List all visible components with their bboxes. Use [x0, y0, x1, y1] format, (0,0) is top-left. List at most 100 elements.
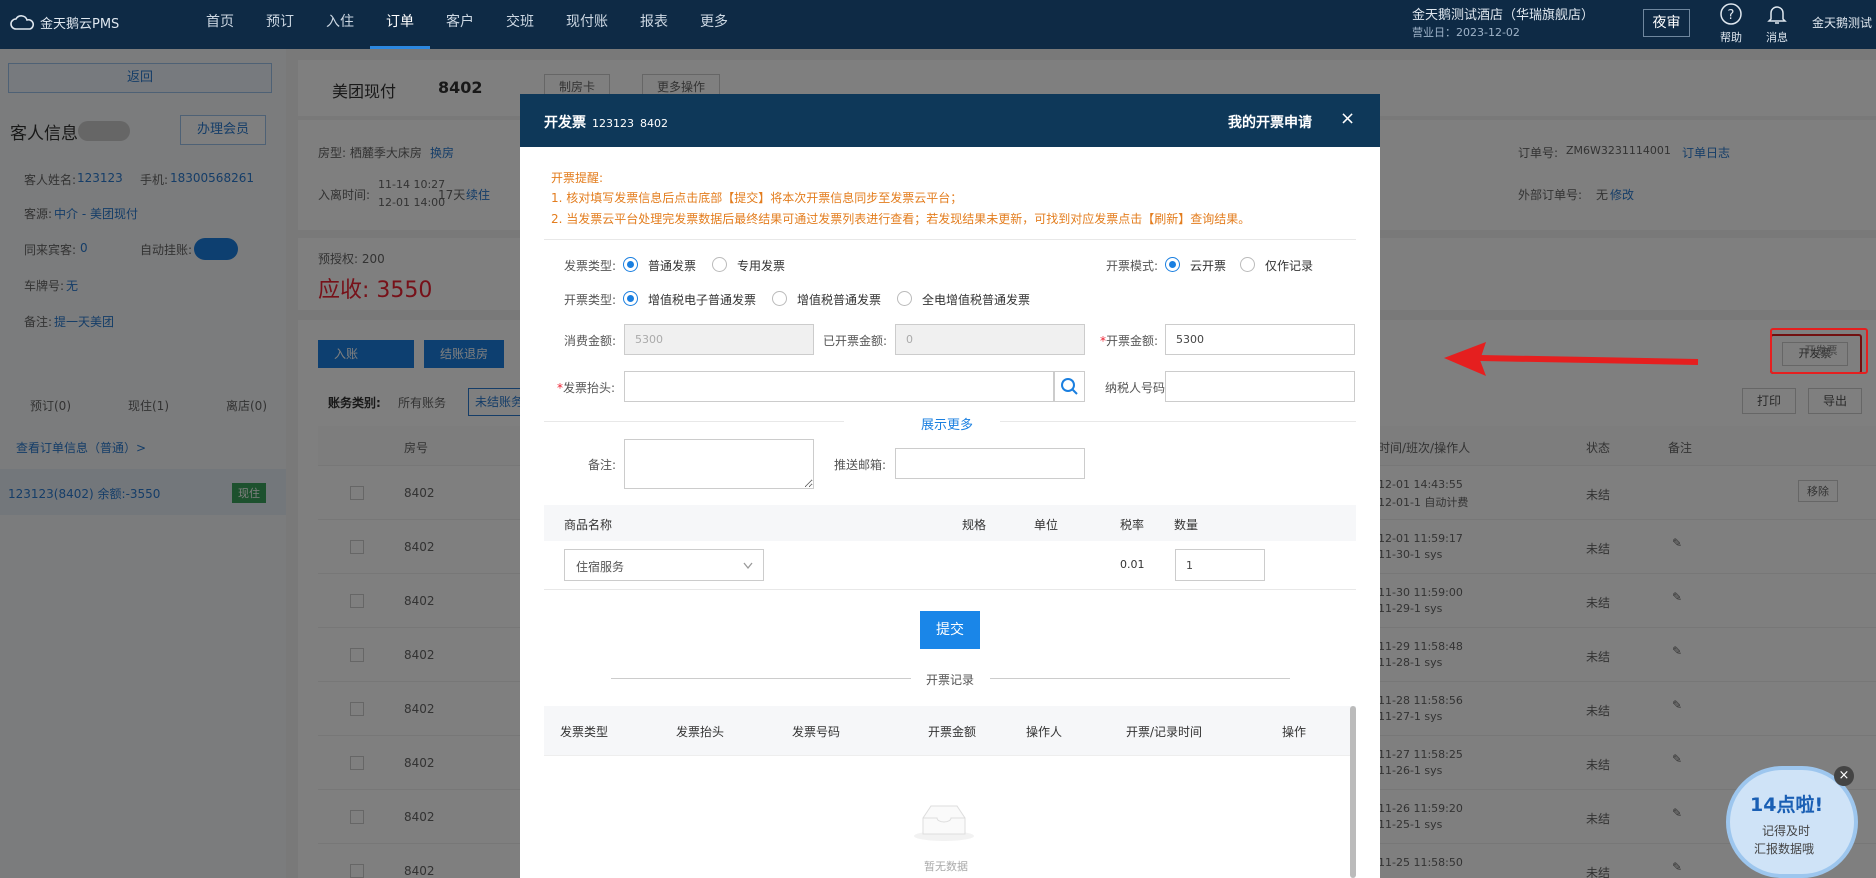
mode-label: 开票模式: — [1106, 259, 1159, 273]
main-nav: 首页 预订 入住 订单 客户 交班 现付账 报表 更多 — [190, 0, 744, 49]
goods-select-value: 住宿服务 — [576, 560, 625, 574]
invoice-type-label: 开票类型: — [564, 293, 617, 307]
invoice-amount-field[interactable] — [1165, 324, 1355, 355]
amount-label: *开票金额: — [1100, 334, 1159, 348]
digital-vat-label[interactable]: 全电增值税普通发票 — [922, 291, 1030, 308]
nav-booking[interactable]: 预订 — [250, 0, 310, 49]
search-button[interactable] — [1054, 371, 1085, 402]
records-divider-right — [990, 678, 1290, 679]
rec-col-action: 操作 — [1282, 725, 1307, 739]
remark-field-label: 备注: — [588, 458, 617, 472]
consume-label: 消费金额: — [564, 334, 617, 348]
title-label-text: 发票抬头: — [563, 381, 616, 395]
radio-cloud-mode[interactable] — [1165, 257, 1180, 272]
show-more-link[interactable]: 展示更多 — [921, 414, 973, 433]
svg-text:?: ? — [1728, 8, 1735, 23]
modal-title-text: 开发票 — [544, 115, 586, 131]
messages-label: 消息 — [1766, 31, 1788, 44]
my-invoice-requests-link[interactable]: 我的开票申请 — [1228, 112, 1312, 132]
hotel-selector[interactable]: 金天鹅测试酒店（华瑞旗舰店） — [1412, 4, 1594, 23]
cloud-mode-label[interactable]: 云开票 — [1190, 257, 1226, 274]
tax-no-label: 纳税人号码: — [1105, 381, 1170, 395]
notice-line-1: 1. 核对填写发票信息后点击底部【提交】将本次开票信息同步至发票云平台； — [551, 191, 963, 205]
rec-col-type: 发票类型 — [560, 725, 609, 739]
modal-header: 开发票 123123 8402 我的开票申请 × — [520, 94, 1380, 147]
nav-cash-account[interactable]: 现付账 — [550, 0, 624, 49]
remark-field[interactable] — [624, 439, 814, 489]
record-only-label[interactable]: 仅作记录 — [1265, 257, 1313, 274]
invoice-button-overlay-label[interactable]: 开发票 — [1788, 341, 1854, 363]
red-arrow-annotation — [1444, 342, 1699, 376]
issued-label: 已开票金额: — [823, 334, 888, 348]
nav-customers[interactable]: 客户 — [430, 0, 490, 49]
goods-select[interactable]: 住宿服务 — [564, 549, 764, 581]
help-button[interactable]: ? 帮助 — [1716, 2, 1746, 45]
reminder-close-icon[interactable]: × — [1834, 766, 1854, 786]
vat-normal-label[interactable]: 增值税普通发票 — [797, 291, 881, 308]
nav-shift[interactable]: 交班 — [490, 0, 550, 49]
night-audit-button[interactable]: 夜审 — [1643, 9, 1690, 37]
nav-orders[interactable]: 订单 — [370, 0, 430, 49]
nav-home[interactable]: 首页 — [190, 0, 250, 49]
radio-special-invoice[interactable] — [712, 257, 727, 272]
modal-guest: 123123 — [592, 117, 634, 130]
business-date: 营业日：2023-12-02 — [1412, 26, 1520, 39]
help-icon: ? — [1720, 3, 1742, 25]
submit-button[interactable]: 提交 — [920, 611, 980, 649]
search-icon — [1061, 378, 1078, 395]
modal-room: 8402 — [640, 117, 668, 130]
nav-checkin[interactable]: 入住 — [310, 0, 370, 49]
reminder-line-2: 汇报数据哦 — [1754, 842, 1815, 856]
invoice-highlight-frame: 开发票 — [1770, 328, 1868, 374]
amount-label-text: 开票金额: — [1106, 334, 1159, 348]
nav-more[interactable]: 更多 — [684, 0, 744, 49]
goods-col-tax: 税率 — [1120, 518, 1145, 532]
goods-divider — [544, 589, 1356, 590]
rec-col-amount: 开票金额 — [928, 725, 977, 739]
radio-record-only[interactable] — [1240, 257, 1255, 272]
email-field[interactable] — [895, 448, 1085, 479]
chevron-down-icon — [743, 562, 753, 570]
issued-amount-field — [895, 324, 1085, 355]
goods-col-qty: 数量 — [1174, 518, 1199, 532]
radio-normal-invoice[interactable] — [623, 257, 638, 272]
goods-col-unit: 单位 — [1034, 518, 1059, 532]
title-label: *发票抬头: — [557, 381, 616, 395]
radio-digital-vat[interactable] — [897, 291, 912, 306]
radio-vat-normal[interactable] — [772, 291, 787, 306]
user-name[interactable]: 金天鹅测试 — [1812, 14, 1872, 31]
invoice-kind-label: 发票类型: — [564, 259, 617, 273]
tax-number-field[interactable] — [1165, 371, 1355, 402]
quantity-field[interactable] — [1175, 549, 1265, 581]
divider-right — [1000, 421, 1356, 422]
radio-vat-electronic[interactable] — [623, 291, 638, 306]
rec-col-operator: 操作人 — [1026, 725, 1063, 739]
app-logo-text: 金天鹅云PMS — [40, 17, 120, 32]
cloud-logo-icon — [10, 14, 34, 30]
records-divider-left — [611, 678, 911, 679]
goods-table-header: 商品名称 规格 单位 税率 数量 — [544, 505, 1356, 541]
vat-electronic-label[interactable]: 增值税电子普通发票 — [648, 291, 756, 308]
normal-invoice-label[interactable]: 普通发票 — [648, 257, 696, 274]
email-label: 推送邮箱: — [834, 458, 887, 472]
nav-reports[interactable]: 报表 — [624, 0, 684, 49]
records-table-header: 发票类型 发票抬头 发票号码 开票金额 操作人 开票/记录时间 操作 — [544, 706, 1356, 756]
close-icon[interactable]: × — [1340, 108, 1355, 129]
goods-col-spec: 规格 — [962, 518, 987, 532]
divider-left — [544, 421, 844, 422]
special-invoice-label[interactable]: 专用发票 — [737, 257, 785, 274]
records-scrollbar[interactable] — [1350, 706, 1356, 878]
messages-button[interactable]: 消息 — [1760, 2, 1794, 45]
top-navbar: 金天鹅云PMS 首页 预订 入住 订单 客户 交班 现付账 报表 更多 金天鹅测… — [0, 0, 1876, 49]
rec-col-number: 发票号码 — [792, 725, 841, 739]
app-logo[interactable]: 金天鹅云PMS — [10, 13, 119, 32]
empty-box-icon — [914, 805, 974, 841]
rec-col-title: 发票抬头 — [676, 725, 725, 739]
invoice-title-field[interactable] — [624, 371, 1054, 402]
reminder-time: 14点啦! — [1750, 794, 1824, 816]
records-title: 开票记录 — [926, 673, 975, 687]
tax-rate-value: 0.01 — [1120, 558, 1145, 571]
empty-text: 暂无数据 — [924, 860, 968, 873]
bell-icon — [1767, 6, 1787, 24]
notice-title: 开票提醒: — [551, 171, 604, 185]
